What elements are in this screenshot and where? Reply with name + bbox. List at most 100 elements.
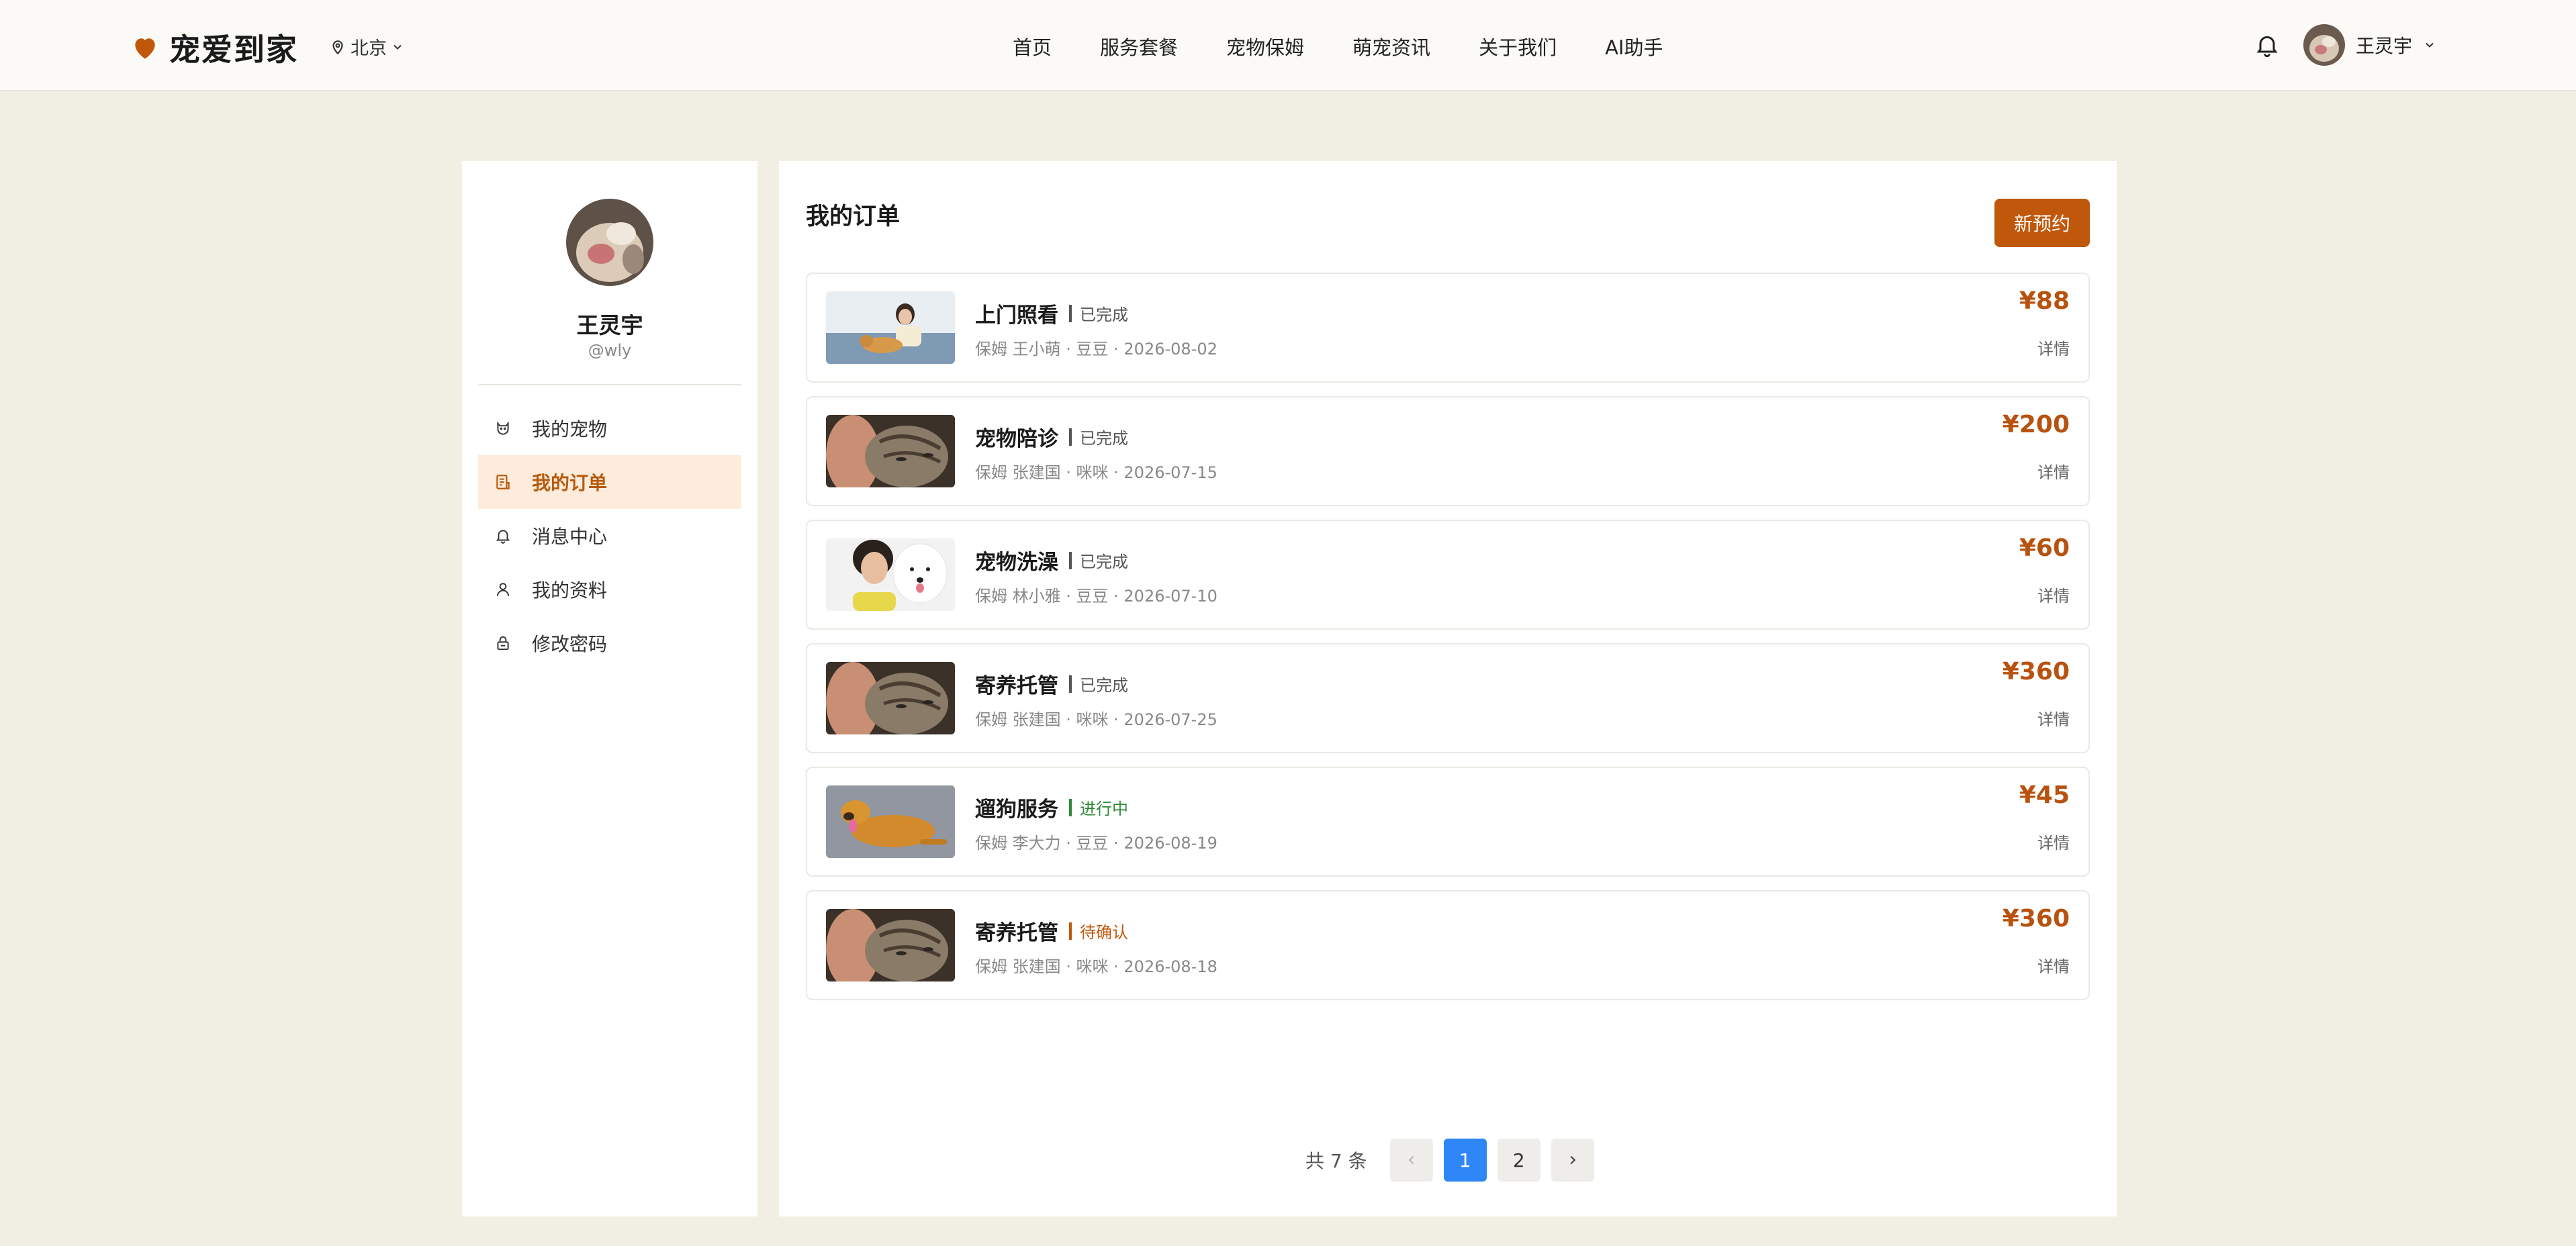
sidebar-item-label: 我的宠物 — [532, 418, 608, 440]
order-card[interactable]: 遛狗服务 进行中 保姆 李大力 · 豆豆 · 2026-08-19 ¥45 详情 — [806, 767, 2090, 877]
next-page-button[interactable] — [1551, 1139, 1594, 1182]
brand-name: 宠爱到家 — [169, 32, 298, 68]
order-meta: 保姆 李大力 · 豆豆 · 2026-08-19 — [975, 834, 1217, 853]
lock-icon — [497, 636, 509, 651]
order-detail-link[interactable]: 详情 — [2037, 953, 2070, 977]
profile-name: 王灵宇 — [576, 312, 643, 338]
profile-handle: @wly — [588, 341, 632, 360]
order-price: ¥200 — [2002, 411, 2070, 438]
order-thumbnail — [826, 415, 955, 487]
service-name: 上门照看 — [975, 303, 1058, 328]
service-name: 宠物陪诊 — [975, 427, 1058, 451]
service-name: 寄养托管 — [975, 921, 1058, 945]
status-badge: 待确认 — [1080, 923, 1128, 942]
order-thumbnail — [826, 291, 955, 364]
order-title: 遛狗服务 进行中 — [975, 792, 1128, 822]
sidebar-item-my-orders[interactable]: 我的订单 — [478, 455, 741, 509]
sidebar-item-label: 我的资料 — [532, 579, 608, 602]
order-card[interactable]: 寄养托管 已完成 保姆 张建国 · 咪咪 · 2026-07-25 ¥360 详… — [806, 643, 2090, 753]
heart-icon — [135, 38, 155, 59]
order-title: 寄养托管 已完成 — [975, 669, 1128, 699]
nav-sitters[interactable]: 宠物保姆 — [1226, 32, 1304, 60]
city-selector[interactable]: 北京 — [329, 34, 408, 60]
nav-news[interactable]: 萌宠资讯 — [1352, 32, 1430, 60]
sidebar-item-messages[interactable]: 消息中心 — [478, 509, 741, 563]
chevron-down-icon — [394, 44, 402, 50]
location-pin-icon — [332, 40, 343, 54]
order-thumbnail — [826, 785, 955, 858]
chevron-down-icon — [2426, 42, 2434, 48]
avatar — [2303, 24, 2345, 66]
nav-packages[interactable]: 服务套餐 — [1100, 32, 1178, 60]
order-price: ¥60 — [2019, 534, 2070, 562]
page-title: 我的订单 — [806, 203, 901, 230]
order-detail-link[interactable]: 详情 — [2037, 706, 2070, 730]
order-card[interactable]: 上门照看 已完成 保姆 王小萌 · 豆豆 · 2026-08-02 ¥88 详情 — [806, 273, 2090, 383]
sidebar-item-label: 我的订单 — [532, 472, 608, 494]
pagination: 共 7 条 1 2 — [1305, 1139, 1605, 1182]
order-list: 上门照看 已完成 保姆 王小萌 · 豆豆 · 2026-08-02 ¥88 详情 — [806, 273, 2090, 1014]
total-count: 共 7 条 — [1305, 1150, 1367, 1172]
status-badge: 已完成 — [1080, 553, 1128, 571]
nav-home[interactable]: 首页 — [1013, 32, 1052, 60]
order-card[interactable]: 宠物洗澡 已完成 保姆 林小雅 · 豆豆 · 2026-07-10 ¥60 详情 — [806, 520, 2090, 630]
sidebar-item-my-profile[interactable]: 我的资料 — [478, 563, 741, 616]
account-sidebar: 王灵宇 @wly 我的宠物 我的订单 消息中心 我的资料 修改密码 — [462, 161, 757, 1216]
order-meta: 保姆 林小雅 · 豆豆 · 2026-07-10 — [975, 587, 1217, 606]
page-1-button[interactable]: 1 — [1443, 1139, 1487, 1182]
order-price: ¥360 — [2002, 658, 2070, 685]
orders-icon — [496, 475, 510, 489]
order-thumbnail — [826, 538, 955, 611]
brand-logo[interactable]: 宠爱到家 — [130, 26, 298, 70]
order-meta: 保姆 张建国 · 咪咪 · 2026-07-25 — [975, 710, 1217, 729]
sidebar-menu: 我的宠物 我的订单 消息中心 我的资料 修改密码 — [478, 401, 741, 670]
service-name: 宠物洗澡 — [975, 550, 1058, 575]
chevron-left-icon — [1408, 1155, 1414, 1165]
order-price: ¥360 — [2002, 905, 2070, 932]
order-meta: 保姆 张建国 · 咪咪 · 2026-07-15 — [975, 463, 1217, 482]
order-price: ¥88 — [2019, 287, 2070, 315]
user-name: 王灵宇 — [2356, 35, 2413, 57]
status-badge: 已完成 — [1080, 429, 1128, 448]
city-label: 北京 — [351, 38, 387, 59]
user-icon — [496, 583, 510, 596]
order-detail-link[interactable]: 详情 — [2037, 336, 2070, 359]
order-thumbnail — [826, 662, 955, 734]
order-title: 寄养托管 待确认 — [975, 916, 1128, 946]
status-divider — [1069, 304, 1072, 322]
order-detail-link[interactable]: 详情 — [2037, 830, 2070, 853]
status-divider — [1069, 428, 1072, 446]
order-detail-link[interactable]: 详情 — [2037, 459, 2070, 483]
nav-ai-assistant[interactable]: AI助手 — [1605, 32, 1663, 60]
status-divider — [1069, 675, 1072, 693]
order-price: ¥45 — [2019, 781, 2070, 809]
service-name: 遛狗服务 — [975, 798, 1058, 822]
order-card[interactable]: 寄养托管 待确认 保姆 张建国 · 咪咪 · 2026-08-18 ¥360 详… — [806, 890, 2090, 1000]
page-2-button[interactable]: 2 — [1497, 1139, 1540, 1182]
nav-about[interactable]: 关于我们 — [1479, 32, 1557, 60]
notification-bell-icon[interactable] — [2254, 31, 2281, 59]
top-header: 宠爱到家 北京 首页 服务套餐 宠物保姆 萌宠资讯 关于我们 AI助手 王灵宇 — [0, 0, 2576, 91]
order-title: 上门照看 已完成 — [975, 298, 1128, 328]
order-detail-link[interactable]: 详情 — [2037, 583, 2070, 606]
orders-panel: 我的订单 新预约 上门照看 已完成 保姆 王小萌 · 豆豆 · 2026-08-… — [779, 161, 2117, 1216]
bell-icon — [496, 530, 510, 544]
chevron-right-icon — [1570, 1155, 1575, 1165]
sidebar-item-my-pets[interactable]: 我的宠物 — [478, 401, 741, 455]
status-badge: 进行中 — [1080, 800, 1128, 818]
profile-avatar — [566, 199, 653, 286]
status-divider — [1069, 798, 1072, 816]
order-card[interactable]: 宠物陪诊 已完成 保姆 张建国 · 咪咪 · 2026-07-15 ¥200 详… — [806, 396, 2090, 506]
new-booking-button[interactable]: 新预约 — [1994, 199, 2090, 247]
order-thumbnail — [826, 909, 955, 981]
status-badge: 已完成 — [1080, 676, 1128, 695]
sidebar-item-change-password[interactable]: 修改密码 — [478, 616, 741, 670]
order-title: 宠物洗澡 已完成 — [975, 545, 1128, 575]
status-divider — [1069, 922, 1072, 940]
status-badge: 已完成 — [1080, 305, 1128, 324]
prev-page-button[interactable] — [1389, 1139, 1433, 1182]
user-menu[interactable]: 王灵宇 — [2303, 24, 2436, 66]
service-name: 寄养托管 — [975, 674, 1058, 698]
main-nav: 首页 服务套餐 宠物保姆 萌宠资讯 关于我们 AI助手 — [1013, 32, 1711, 60]
order-meta: 保姆 张建国 · 咪咪 · 2026-08-18 — [975, 957, 1217, 976]
